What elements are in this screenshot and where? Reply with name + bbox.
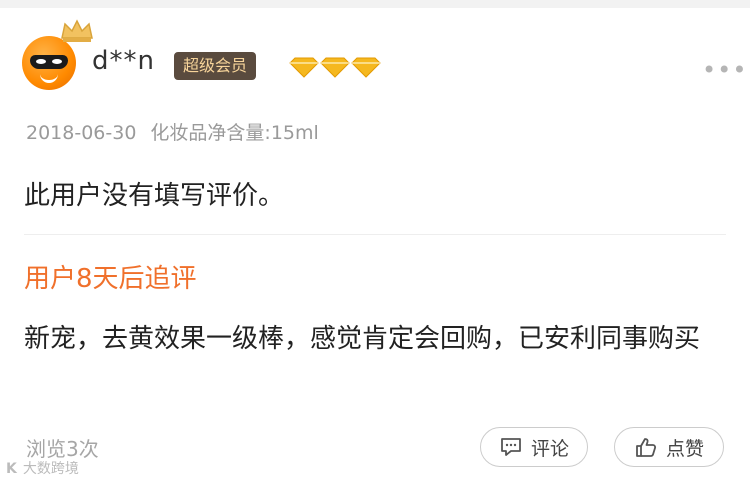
thumbs-up-icon [636, 438, 657, 457]
diamond-icon [289, 57, 319, 78]
product-spec: 化妆品净含量:15ml [150, 122, 319, 144]
comment-icon [501, 438, 521, 456]
avatar-mask [30, 55, 68, 69]
review-date: 2018-06-30 [26, 122, 137, 144]
like-button[interactable]: 点赞 [614, 427, 724, 467]
diamond-icon [320, 57, 350, 78]
top-divider-bar [0, 0, 750, 8]
username[interactable]: d**n [92, 46, 155, 76]
comment-button[interactable]: 评论 [480, 427, 588, 467]
comment-label: 评论 [530, 437, 569, 460]
member-badge: 超级会员 [174, 52, 257, 80]
followup-text: 新宠，去黄效果一级棒，感觉肯定会回购，已安利同事购买 [24, 324, 701, 354]
crown-icon [61, 19, 93, 42]
followup-title: 用户8天后追评 [24, 264, 197, 294]
avatar-image [22, 36, 76, 90]
diamond-rating [289, 57, 381, 78]
watermark-text: 大数跨境 [22, 461, 79, 477]
avatar-mouth [40, 74, 58, 83]
user-avatar[interactable] [22, 18, 94, 96]
review-meta: 2018-06-30 化妆品净含量:15ml [26, 118, 319, 145]
watermark: K 大数跨境 [6, 458, 79, 478]
section-divider [24, 234, 726, 235]
watermark-logo: K [6, 461, 17, 477]
like-label: 点赞 [665, 437, 704, 460]
more-options-icon[interactable]: ••• [702, 56, 747, 84]
review-text: 此用户没有填写评价。 [24, 181, 285, 211]
diamond-icon [351, 57, 381, 78]
